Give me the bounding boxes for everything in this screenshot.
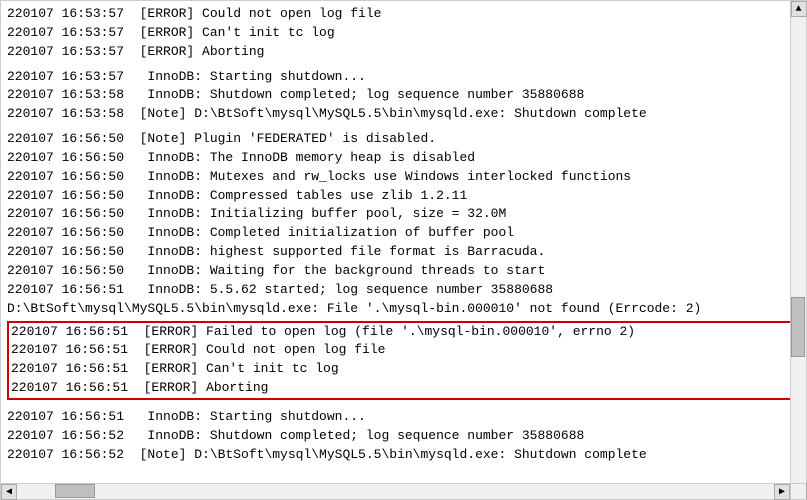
log-line: 220107 16:56:50 InnoDB: Completed initia…: [7, 224, 800, 243]
horizontal-scrollbar[interactable]: ◀ ▶: [1, 483, 790, 499]
log-line: 220107 16:56:51 InnoDB: Starting shutdow…: [7, 408, 800, 427]
scrollbar-corner: [790, 483, 806, 499]
scroll-up-button[interactable]: ▲: [791, 1, 807, 17]
scroll-thumb-vertical[interactable]: [791, 297, 805, 357]
scroll-thumb-horizontal[interactable]: [55, 484, 95, 498]
log-line: 220107 16:56:50 InnoDB: The InnoDB memor…: [7, 149, 800, 168]
terminal-content: 220107 16:53:57 [ERROR] Could not open l…: [1, 1, 806, 499]
scroll-track-vertical[interactable]: [791, 17, 806, 483]
log-line-error: 220107 16:56:51 [ERROR] Aborting: [11, 379, 796, 398]
terminal-window: 220107 16:53:57 [ERROR] Could not open l…: [0, 0, 807, 500]
error-highlight-box: 220107 16:56:51 [ERROR] Failed to open l…: [7, 321, 800, 400]
log-line-error: 220107 16:56:51 [ERROR] Could not open l…: [11, 341, 796, 360]
log-line: 220107 16:53:58 InnoDB: Shutdown complet…: [7, 86, 800, 105]
log-line: 220107 16:56:50 InnoDB: highest supporte…: [7, 243, 800, 262]
log-line: 220107 16:56:50 InnoDB: Compressed table…: [7, 187, 800, 206]
log-line: 220107 16:56:50 [Note] Plugin 'FEDERATED…: [7, 130, 800, 149]
log-line-error: 220107 16:56:51 [ERROR] Can't init tc lo…: [11, 360, 796, 379]
log-line: 220107 16:53:57 InnoDB: Starting shutdow…: [7, 68, 800, 87]
log-line: D:\BtSoft\mysql\MySQL5.5\bin\mysqld.exe:…: [7, 300, 800, 319]
log-line: 220107 16:56:52 InnoDB: Shutdown complet…: [7, 427, 800, 446]
log-line: 220107 16:56:51 InnoDB: 5.5.62 started; …: [7, 281, 800, 300]
log-line: 220107 16:53:57 [ERROR] Can't init tc lo…: [7, 24, 800, 43]
scroll-track-horizontal[interactable]: [17, 484, 774, 499]
log-line: 220107 16:53:57 [ERROR] Aborting: [7, 43, 800, 62]
scroll-left-button[interactable]: ◀: [1, 484, 17, 500]
vertical-scrollbar[interactable]: ▲ ▼: [790, 1, 806, 499]
log-line-error: 220107 16:56:51 [ERROR] Failed to open l…: [11, 323, 796, 342]
log-line: 220107 16:56:50 InnoDB: Initializing buf…: [7, 205, 800, 224]
log-line: 220107 16:56:50 InnoDB: Mutexes and rw_l…: [7, 168, 800, 187]
log-line: 220107 16:56:50 InnoDB: Waiting for the …: [7, 262, 800, 281]
log-line: 220107 16:53:57 [ERROR] Could not open l…: [7, 5, 800, 24]
scroll-right-button[interactable]: ▶: [774, 484, 790, 500]
log-line: 220107 16:56:52 [Note] D:\BtSoft\mysql\M…: [7, 446, 800, 465]
log-line: 220107 16:53:58 [Note] D:\BtSoft\mysql\M…: [7, 105, 800, 124]
